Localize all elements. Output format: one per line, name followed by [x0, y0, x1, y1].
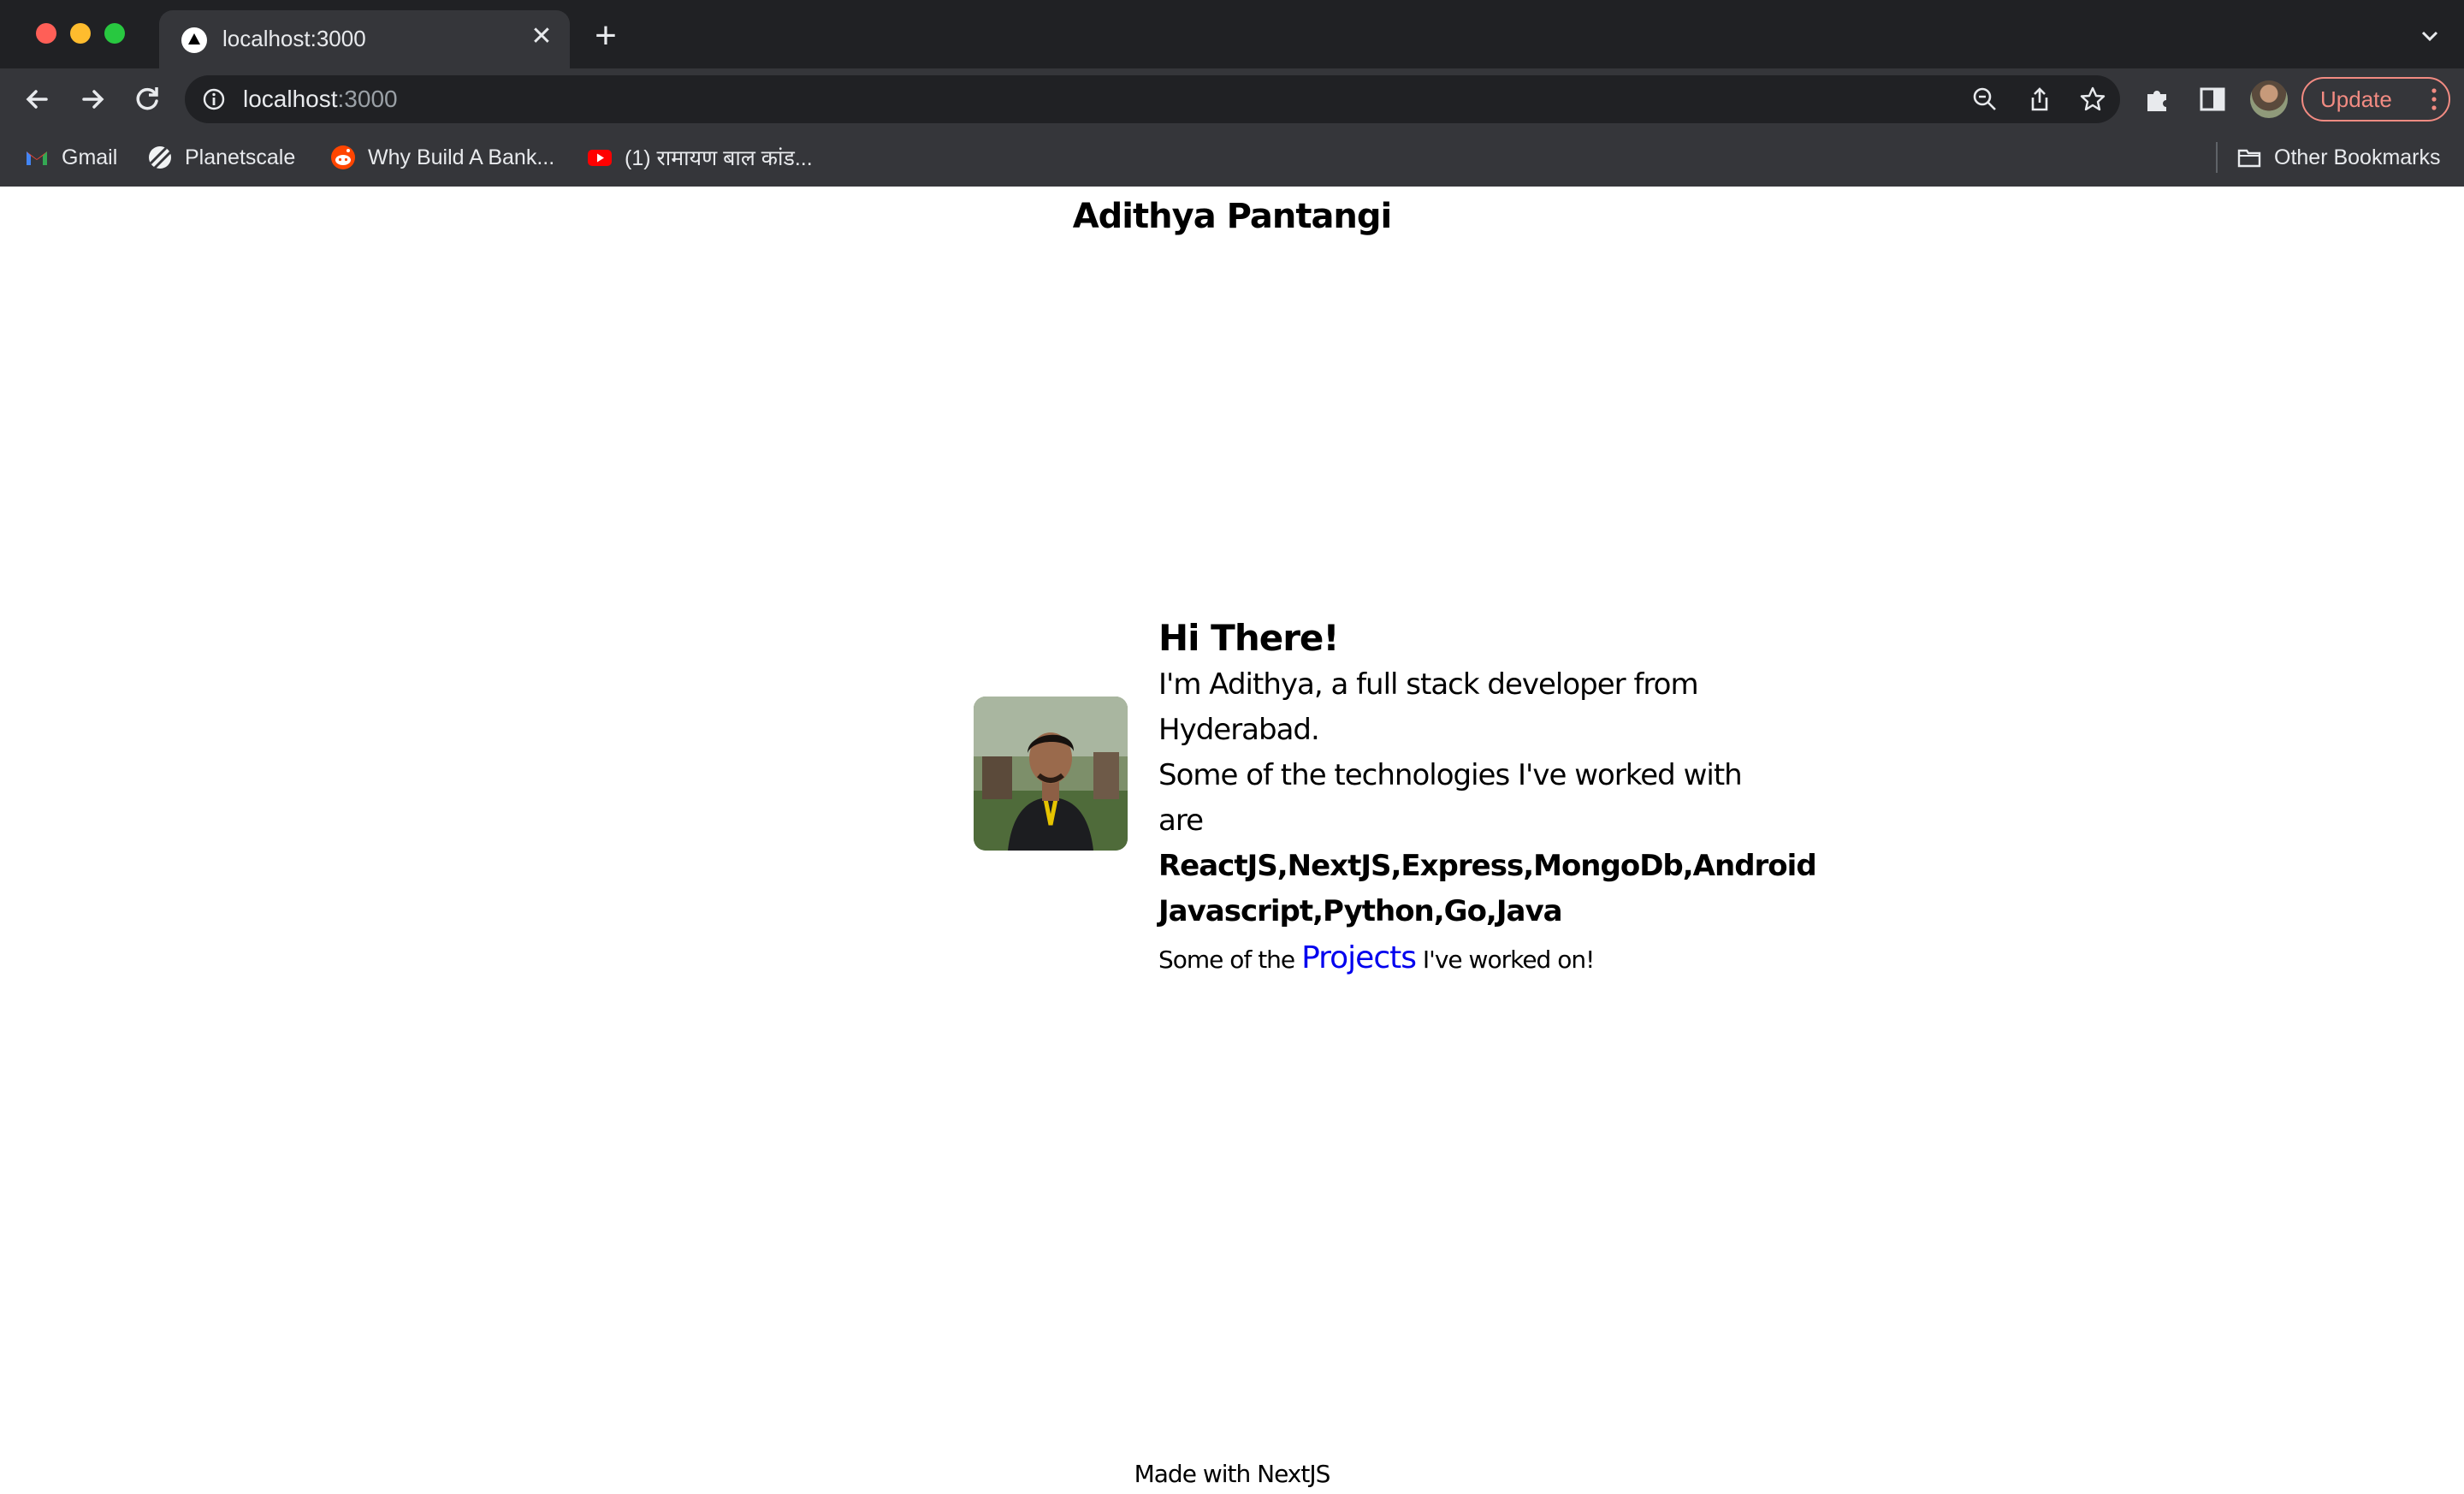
zoom-magnifier-icon[interactable] [1971, 86, 1999, 113]
browser-chrome: localhost:3000 ✕ + localhost:3000 Update… [0, 0, 2464, 187]
technologies-list-1: ReactJS,NextJS,Express,MongoDb,Android [1158, 849, 1817, 883]
update-label: Update [2320, 86, 2392, 112]
greeting-heading: Hi There! [1158, 617, 1340, 659]
bookmarks-bar: Gmail Planetscale Why Build A Bank... (1… [0, 130, 2464, 187]
intro-section: Hi There! I'm Adithya, a full stack deve… [1158, 614, 1817, 984]
active-tab[interactable]: localhost:3000 ✕ [159, 10, 570, 68]
extensions-puzzle-icon[interactable] [2141, 82, 2175, 116]
technologies-list-2: Javascript,Python,Go,Java [1158, 894, 1563, 928]
site-title: Adithya Pantangi [1072, 197, 1393, 236]
new-tab-button[interactable]: + [589, 17, 623, 55]
bookmark-label: Why Build A Bank... [368, 145, 555, 169]
intro-line-2: Hyderabad. [1158, 713, 1320, 747]
side-panel-icon[interactable] [2195, 82, 2230, 116]
technologies-intro: Some of the technologies I've worked wit… [1158, 758, 1743, 838]
update-button[interactable]: Update [2301, 77, 2450, 122]
intro-line-1: I'm Adithya, a full stack developer from [1158, 667, 1699, 702]
youtube-icon [588, 150, 612, 166]
reload-icon[interactable] [127, 79, 168, 120]
zoom-window-button[interactable] [104, 23, 125, 44]
bookmark-planetscale[interactable]: Planetscale [147, 140, 295, 175]
url-port: :3000 [337, 86, 398, 112]
tab-search-chevron-icon[interactable] [2416, 22, 2443, 50]
bookmark-youtube[interactable]: (1) रामायण बाल कांड... [587, 140, 813, 175]
projects-line: Some of the Projects I've worked on! [1158, 934, 1757, 984]
tab-title: localhost:3000 [222, 26, 366, 51]
url-host: localhost [243, 86, 338, 112]
reddit-icon [331, 145, 355, 169]
tab-strip: localhost:3000 ✕ + [0, 0, 2464, 68]
bookmarks-separator [2216, 142, 2218, 173]
bookmark-star-icon[interactable] [2079, 86, 2106, 113]
projects-prefix: Some of the [1158, 946, 1295, 974]
footer-text: Made with NextJS [1134, 1460, 1331, 1488]
minimize-window-button[interactable] [70, 23, 91, 44]
forward-arrow-icon[interactable] [72, 79, 113, 120]
bookmark-label: Other Bookmarks [2274, 145, 2441, 169]
folder-icon [2237, 149, 2261, 168]
projects-suffix: I've worked on! [1422, 946, 1595, 974]
bookmark-reddit[interactable]: Why Build A Bank... [330, 140, 554, 175]
planetscale-icon [149, 146, 172, 169]
address-bar[interactable]: localhost:3000 [185, 75, 2120, 123]
profile-avatar[interactable] [2250, 80, 2288, 118]
projects-link[interactable]: Projects [1301, 940, 1417, 975]
bookmark-label: Planetscale [185, 145, 296, 169]
bookmark-gmail[interactable]: Gmail [24, 140, 117, 175]
back-arrow-icon[interactable] [17, 79, 58, 120]
page-content: Adithya Pantangi Hi There! I'm Adithya, … [0, 187, 2464, 1494]
browser-toolbar: localhost:3000 Update [0, 68, 2464, 130]
close-window-button[interactable] [36, 23, 56, 44]
profile-photo [974, 697, 1128, 851]
vercel-favicon-icon [181, 27, 207, 53]
profile-photo-image [974, 697, 1128, 851]
tab-close-icon[interactable]: ✕ [527, 22, 556, 51]
more-menu-icon[interactable] [2431, 87, 2437, 111]
url-text[interactable]: localhost:3000 [243, 86, 398, 113]
share-icon[interactable] [2026, 86, 2053, 113]
bookmark-label: Gmail [62, 145, 118, 169]
bookmark-label: (1) रामायण बाल कांड... [625, 146, 813, 170]
other-bookmarks[interactable]: Other Bookmarks [2236, 140, 2441, 175]
site-info-icon[interactable] [202, 87, 226, 111]
gmail-icon [27, 151, 47, 165]
